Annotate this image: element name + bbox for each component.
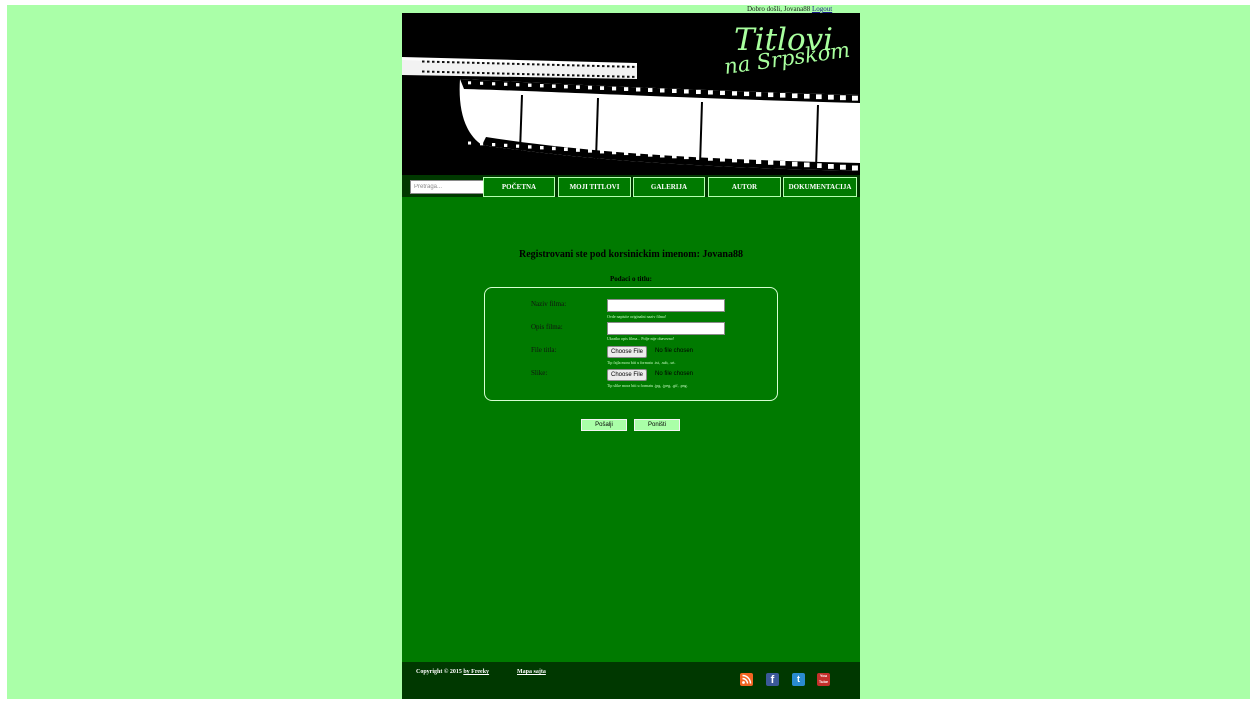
copyright-text: Copyright © 2015 by Freeky — [416, 669, 489, 675]
user-bar: Dobro došli, Jovana88 Logout — [747, 5, 832, 13]
welcome-text: Dobro došli, Jovana88 — [747, 5, 811, 13]
search-input[interactable] — [410, 180, 486, 194]
header-banner: Titlovi na Srpskom — [402, 13, 860, 175]
copyright-label: Copyright © 2015 — [416, 669, 462, 675]
send-button[interactable]: Pošalji — [581, 419, 627, 431]
nav-item-autor[interactable]: AUTOR — [708, 177, 781, 197]
nav-item-moji-titlovi[interactable]: MOJI TITLOVI — [558, 177, 631, 197]
movie-name-input[interactable] — [607, 299, 725, 312]
movie-description-hint: Ukratko opis filma... Polje nije obavezn… — [607, 336, 675, 341]
movie-name-label: Naziv filma: — [531, 300, 567, 308]
twitter-icon[interactable]: t — [792, 673, 805, 686]
nav-item-pocetna[interactable]: POČETNA — [483, 177, 555, 197]
facebook-icon[interactable]: f — [766, 673, 779, 686]
nav-item-dokumentacija[interactable]: DOKUMENTACIJA — [783, 177, 857, 197]
sitemap-link[interactable]: Mapa sajta — [517, 669, 546, 675]
movie-description-input[interactable] — [607, 322, 725, 335]
youtube-icon[interactable]: You Tube — [817, 673, 830, 686]
subtitle-upload-form: Naziv filma: Ovde napisite originalni na… — [484, 287, 778, 401]
images-hint: Tip slike mora biti u formatu .jpg, .jpe… — [607, 383, 688, 388]
footer: Copyright © 2015 by Freeky Mapa sajta f … — [402, 662, 860, 699]
subtitle-file-hint: Tip fajla mora biti u formatu .txt, .sub… — [607, 360, 676, 365]
movie-description-label: Opis filma: — [531, 323, 563, 331]
author-link[interactable]: by Freeky — [463, 669, 489, 675]
movie-name-hint: Ovde napisite originalni naziv filma! — [607, 314, 667, 319]
subtitle-file-label: File titla: — [531, 346, 557, 354]
images-file-status: No file chosen — [655, 371, 694, 377]
reset-button[interactable]: Poništi — [634, 419, 680, 431]
nav-item-galerija[interactable]: GALERIJA — [633, 177, 705, 197]
images-choose-button[interactable]: Choose File — [607, 369, 648, 381]
rss-icon[interactable] — [740, 673, 753, 686]
subtitle-file-status: No file chosen — [655, 348, 694, 354]
page-title: Registrovani ste pod korsinickim imenom:… — [519, 249, 743, 260]
site-container: Titlovi na Srpskom POČETNA MOJI TITLOVI … — [402, 13, 860, 699]
logout-link[interactable]: Logout — [812, 5, 832, 13]
subtitle-file-choose-button[interactable]: Choose File — [607, 346, 648, 358]
images-label: Slike: — [531, 369, 548, 377]
main-navigation: POČETNA MOJI TITLOVI GALERIJA AUTOR DOKU… — [402, 175, 860, 197]
main-content: Registrovani ste pod korsinickim imenom:… — [402, 197, 860, 662]
form-title: Podaci o titlu: — [610, 275, 652, 283]
